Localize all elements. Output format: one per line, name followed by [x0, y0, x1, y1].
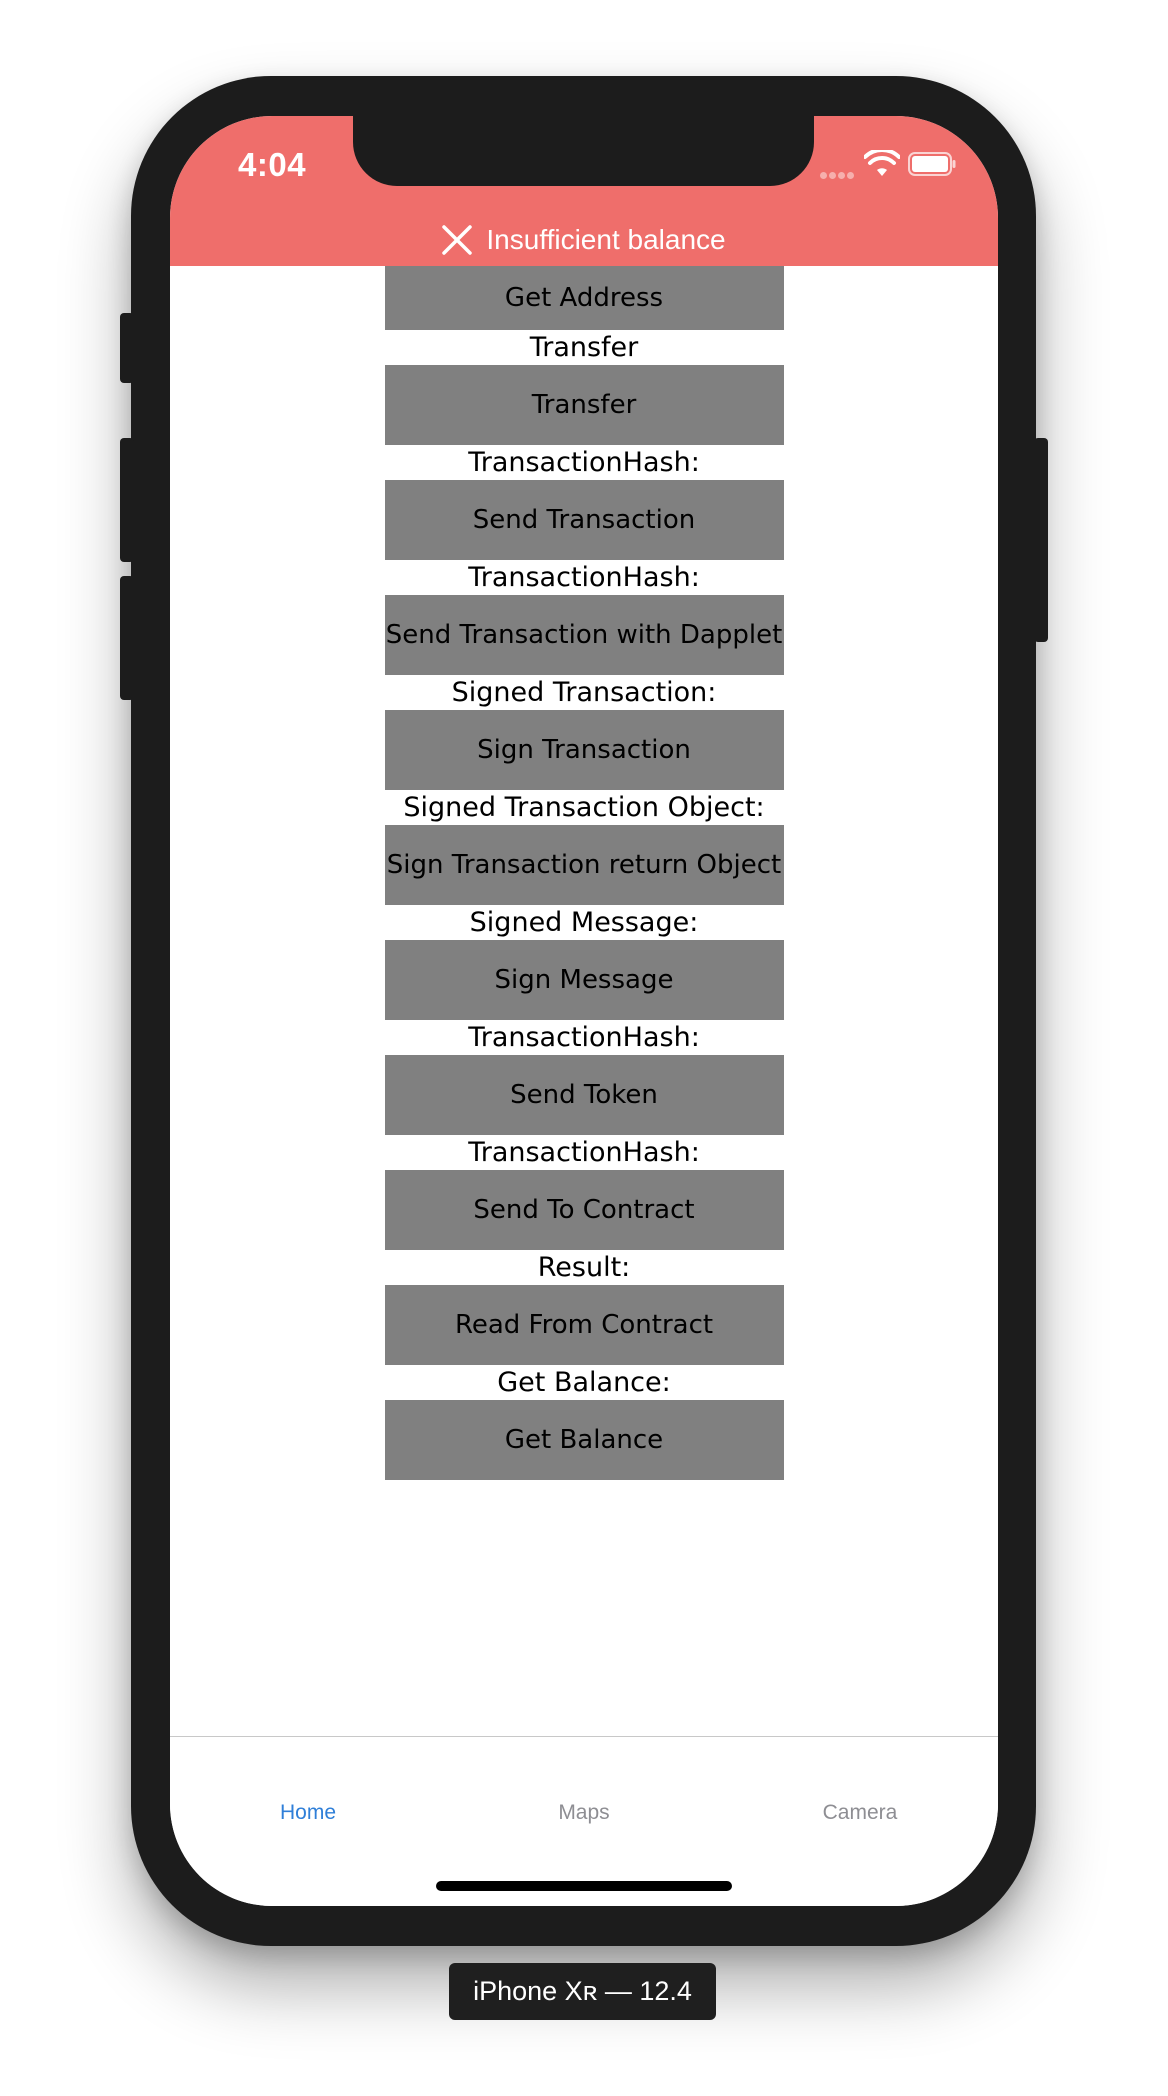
send-transaction-dapplet-button[interactable]: Send Transaction with Dapplet [384, 595, 784, 675]
volume-up-button [120, 438, 134, 562]
wifi-icon [864, 150, 900, 176]
send-to-contract-button[interactable]: Send To Contract [384, 1170, 784, 1250]
send-transaction-hash-label: TransactionHash: [468, 447, 700, 478]
send-contract-hash-label: TransactionHash: [468, 1137, 700, 1168]
home-indicator[interactable] [436, 1881, 732, 1891]
get-balance-button[interactable]: Get Balance [384, 1400, 784, 1480]
error-banner[interactable]: Insufficient balance [170, 214, 998, 266]
battery-icon [908, 152, 956, 176]
volume-down-button [120, 576, 134, 700]
signed-transaction-label: Signed Transaction: [451, 677, 717, 708]
close-icon[interactable] [442, 225, 473, 255]
send-token-hash-label: TransactionHash: [468, 1022, 700, 1053]
notch [353, 116, 814, 186]
power-button [1034, 438, 1048, 642]
get-balance-label: Get Balance: [497, 1367, 671, 1398]
sign-transaction-button[interactable]: Sign Transaction [384, 710, 784, 790]
tab-camera[interactable]: Camera [722, 1801, 998, 1825]
transfer-button[interactable]: Transfer [384, 365, 784, 445]
get-address-button[interactable]: Get Address [384, 266, 784, 330]
cellular-signal-icon [820, 166, 860, 179]
read-from-contract-button[interactable]: Read From Contract [384, 1285, 784, 1365]
dapplet-transaction-hash-label: TransactionHash: [468, 562, 700, 593]
result-label: Result: [537, 1252, 631, 1283]
status-time: 4:04 [238, 146, 307, 183]
status-bar: 4:04 Insufficient balance [170, 116, 998, 266]
transfer-label: Transfer [529, 332, 639, 363]
simulator-device-label: iPhone Xʀ — 12.4 [449, 1963, 716, 2020]
screen: 4:04 Insufficient balance Get Address Tr… [170, 116, 998, 1906]
banner-message: Insufficient balance [486, 224, 726, 255]
sign-message-button[interactable]: Sign Message [384, 940, 784, 1020]
tab-maps[interactable]: Maps [446, 1801, 722, 1825]
tab-home[interactable]: Home [170, 1801, 446, 1825]
action-list: Get Address Transfer Transfer Transactio… [170, 266, 998, 1480]
sign-transaction-object-button[interactable]: Sign Transaction return Object [384, 825, 784, 905]
send-token-button[interactable]: Send Token [384, 1055, 784, 1135]
send-transaction-button[interactable]: Send Transaction [384, 480, 784, 560]
mute-switch [120, 313, 134, 383]
signed-message-label: Signed Message: [469, 907, 699, 938]
signed-transaction-object-label: Signed Transaction Object: [403, 792, 765, 823]
